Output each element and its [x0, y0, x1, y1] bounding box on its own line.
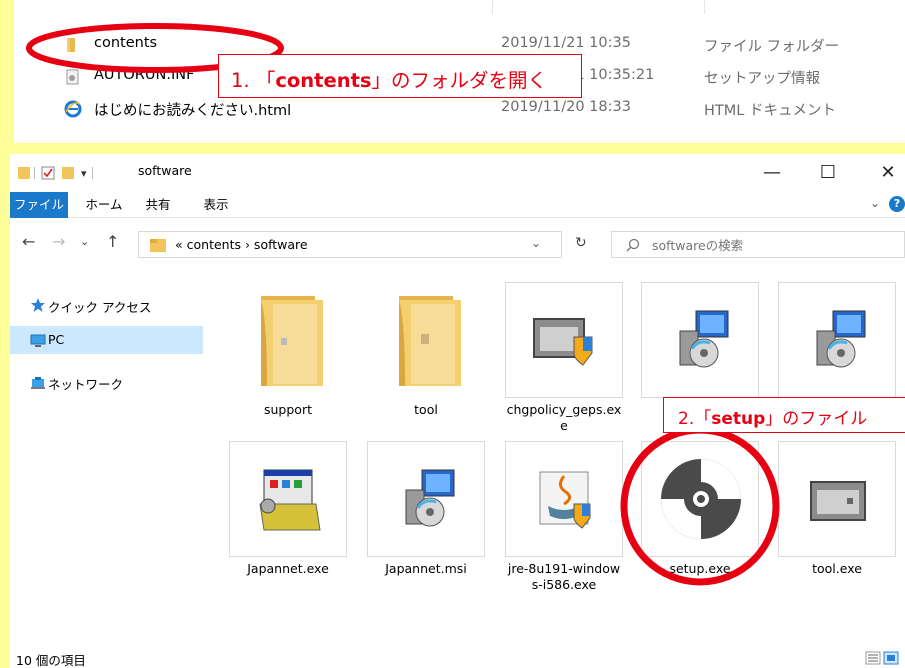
nav-item-pc[interactable]: PC	[10, 326, 203, 354]
forward-arrow-icon[interactable]: →	[52, 232, 65, 251]
recent-locations-chevron-icon[interactable]: ⌄	[80, 235, 89, 248]
file-thumbnail	[778, 282, 896, 398]
nav-label: PC	[48, 332, 65, 347]
status-bar: 10 個の項目	[10, 648, 905, 668]
help-icon[interactable]: ?	[889, 196, 905, 212]
java-icon	[539, 471, 591, 529]
file-name: はじめにお読みください.html	[94, 103, 292, 119]
tab-home[interactable]: ホーム	[82, 192, 126, 218]
network-icon	[31, 377, 45, 389]
nav-label: ネットワーク	[48, 377, 124, 392]
view-toggle-icons[interactable]	[865, 650, 901, 666]
tab-view[interactable]: 表示	[196, 192, 236, 218]
installer-icon	[679, 310, 729, 368]
file-thumbnail	[229, 282, 347, 398]
file-name: Japannet.msi	[385, 561, 467, 576]
search-input[interactable]	[652, 235, 882, 255]
file-thumbnail	[505, 441, 623, 557]
star-icon	[31, 298, 45, 312]
close-button[interactable]: ✕	[868, 158, 905, 188]
navigation-pane: クイック アクセス PC ネットワーク	[10, 279, 210, 639]
folder-icon	[150, 239, 166, 252]
quick-access-toolbar: ▾	[18, 166, 93, 180]
file-thumbnail	[778, 441, 896, 557]
back-arrow-icon[interactable]: ←	[22, 232, 35, 251]
title-bar: ▾ software — ☐ ✕	[10, 154, 905, 192]
column-divider	[492, 0, 493, 14]
search-box[interactable]	[611, 231, 905, 258]
breadcrumb[interactable]: « contents › software	[175, 237, 308, 252]
file-name: tool.exe	[812, 561, 862, 576]
callout-step2-suffix: 」のファイル	[765, 409, 868, 429]
installer-icon	[816, 310, 866, 368]
callout-step1-prefix: 1. 「	[231, 69, 276, 92]
callout-step1-bold: contents	[275, 69, 372, 92]
nav-item-network[interactable]: ネットワーク	[10, 368, 203, 396]
maximize-button[interactable]: ☐	[808, 158, 848, 188]
file-date: 2019/11/21 10:35	[501, 35, 631, 51]
callout-step1: 1. 「contents」のフォルダを開く	[218, 54, 582, 98]
callout-step2: 2.「setup」のファイル	[663, 397, 905, 433]
file-name: support	[264, 402, 312, 417]
file-thumbnail	[367, 441, 485, 557]
file-thumbnail	[367, 282, 485, 398]
search-icon	[626, 238, 640, 252]
callout-step2-prefix: 2.「	[678, 409, 712, 429]
installer-icon	[405, 469, 455, 527]
item-count: 10 個の項目	[16, 653, 86, 668]
file-row-readme[interactable]: はじめにお読みください.html 2019/11/20 18:33 HTML ド…	[14, 94, 905, 124]
minimize-button[interactable]: —	[752, 158, 792, 188]
file-name: tool	[414, 402, 438, 417]
ribbon-expand-chevron-icon[interactable]: ⌄	[870, 196, 880, 210]
callout-step1-suffix: 」のフォルダを開く	[371, 69, 548, 92]
file-date: 2019/11/20 18:33	[501, 99, 631, 115]
file-type: HTML ドキュメント	[704, 103, 836, 119]
window-title: software	[138, 163, 192, 178]
folder-icon	[399, 296, 461, 386]
tab-share[interactable]: 共有	[138, 192, 178, 218]
refresh-icon[interactable]: ↻	[575, 235, 587, 251]
file-name: jre-8u191-windows-i586.exe	[507, 561, 621, 592]
svg-text:▾: ▾	[81, 167, 87, 180]
address-box[interactable]: « contents › software ⌄	[138, 231, 562, 258]
exe-icon	[810, 481, 866, 521]
setup-box-icon	[259, 469, 321, 531]
column-divider	[704, 0, 705, 14]
file-thumbnail	[641, 282, 759, 398]
file-name: chgpolicy_geps.exe	[506, 402, 622, 433]
file-thumbnail	[505, 282, 623, 398]
file-thumbnail	[229, 441, 347, 557]
file-type: ファイル フォルダー	[704, 39, 840, 55]
exe-shield-icon	[533, 318, 593, 366]
folder-icon	[261, 296, 323, 386]
nav-item-quick-access[interactable]: クイック アクセス	[10, 291, 203, 319]
tab-file[interactable]: ファイル	[10, 192, 68, 218]
file-type: セットアップ情報	[704, 71, 820, 87]
up-arrow-icon[interactable]: ↑	[106, 232, 119, 251]
file-name: Japannet.exe	[247, 561, 329, 576]
nav-label: クイック アクセス	[48, 300, 152, 315]
callout-step2-bold: setup	[711, 409, 766, 429]
highlight-circle-setup	[620, 426, 780, 586]
ie-html-icon	[64, 100, 82, 118]
ribbon-tabs: ファイル ホーム 共有 表示 ⌄ ?	[10, 192, 905, 218]
address-dropdown-chevron-icon[interactable]: ⌄	[531, 236, 541, 250]
address-bar-row: ← → ⌄ ↑ « contents › software ⌄ ↻	[10, 224, 905, 260]
computer-icon	[30, 334, 46, 347]
